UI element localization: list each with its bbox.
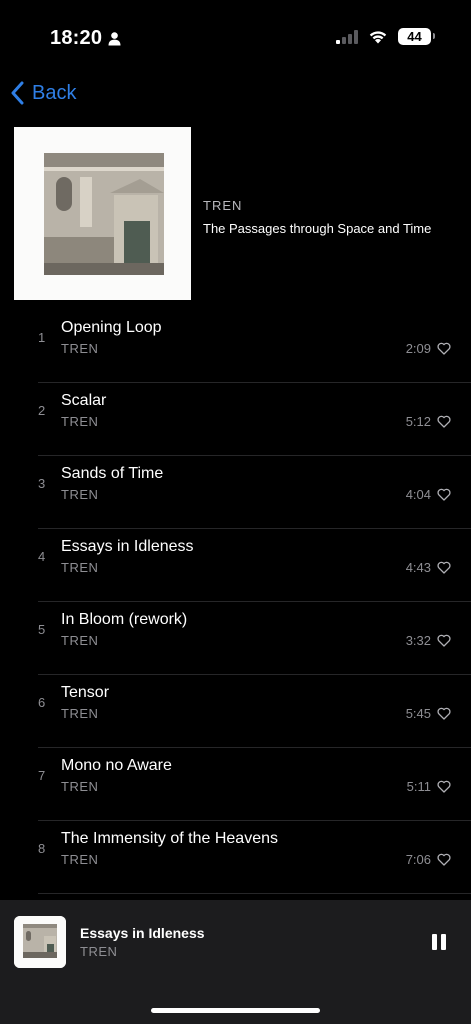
track-number: 8 <box>38 841 46 856</box>
album-artist[interactable]: TREN <box>203 198 431 213</box>
mini-player-artwork[interactable] <box>14 916 66 968</box>
track-row[interactable]: 5 In Bloom (rework) TREN 3:32 <box>0 602 471 675</box>
heart-icon[interactable] <box>437 415 451 428</box>
back-button[interactable]: Back <box>10 78 76 108</box>
track-artist: TREN <box>61 341 99 356</box>
battery-level: 44 <box>407 29 422 44</box>
track-row[interactable]: 6 Tensor TREN 5:45 <box>0 675 471 748</box>
mini-player[interactable]: Essays in Idleness TREN <box>0 900 471 1024</box>
track-row[interactable]: 8 The Immensity of the Heavens TREN 7:06 <box>0 821 471 894</box>
track-duration: 4:04 <box>405 487 431 502</box>
track-artist: TREN <box>61 487 99 502</box>
track-title: Tensor <box>61 684 110 701</box>
track-title: In Bloom (rework) <box>61 611 188 628</box>
track-number: 4 <box>38 549 46 564</box>
track-number: 7 <box>38 768 46 783</box>
battery-icon: 44 <box>398 28 435 45</box>
back-label: Back <box>32 81 77 104</box>
heart-icon[interactable] <box>437 342 451 355</box>
pause-button[interactable] <box>429 930 449 954</box>
status-time-text: 18:20 <box>50 27 103 49</box>
track-duration: 5:11 <box>406 779 431 794</box>
track-duration: 4:43 <box>405 560 431 575</box>
now-playing-title: Essays in Idleness <box>80 925 205 941</box>
heart-icon[interactable] <box>437 561 451 574</box>
person-icon <box>108 31 121 45</box>
track-duration: 5:12 <box>405 414 431 429</box>
signal-icon <box>336 29 358 44</box>
track-row[interactable]: 7 Mono no Aware TREN 5:11 <box>0 748 471 821</box>
heart-icon[interactable] <box>437 853 451 866</box>
heart-icon[interactable] <box>437 707 451 720</box>
track-artist: TREN <box>61 706 99 721</box>
track-duration: 3:32 <box>405 633 431 648</box>
track-row[interactable]: 3 Sands of Time TREN 4:04 <box>0 456 471 529</box>
heart-icon[interactable] <box>437 488 451 501</box>
chevron-left-icon <box>11 81 24 105</box>
track-artist: TREN <box>61 560 99 575</box>
track-title: Scalar <box>61 392 107 409</box>
pause-icon-bar <box>441 934 446 950</box>
track-list: 1 Opening Loop TREN 2:09 2 Scalar TREN 5… <box>0 310 471 894</box>
track-number: 5 <box>38 622 46 637</box>
track-title: Essays in Idleness <box>61 538 194 555</box>
now-playing-artist: TREN <box>80 944 118 959</box>
track-number: 6 <box>38 695 46 710</box>
album-info: TREN The Passages through Space and Time <box>203 198 431 236</box>
track-title: The Immensity of the Heavens <box>61 830 278 847</box>
album-artwork <box>14 127 191 300</box>
track-number: 1 <box>38 330 46 345</box>
pause-icon <box>432 934 437 950</box>
heart-icon[interactable] <box>437 780 451 793</box>
track-number: 3 <box>38 476 46 491</box>
track-row[interactable]: 2 Scalar TREN 5:12 <box>0 383 471 456</box>
track-number: 2 <box>38 403 46 418</box>
track-artist: TREN <box>61 414 99 429</box>
track-artist: TREN <box>61 779 99 794</box>
track-artist: TREN <box>61 852 99 867</box>
wifi-icon <box>369 31 387 44</box>
track-title: Opening Loop <box>61 319 162 336</box>
heart-icon[interactable] <box>437 634 451 647</box>
track-title: Sands of Time <box>61 465 164 482</box>
track-duration: 2:09 <box>405 341 431 356</box>
track-row[interactable]: 4 Essays in Idleness TREN 4:43 <box>0 529 471 602</box>
track-row[interactable]: 1 Opening Loop TREN 2:09 <box>0 310 471 383</box>
track-artist: TREN <box>61 633 99 648</box>
home-indicator[interactable] <box>151 1008 320 1013</box>
track-duration: 7:06 <box>405 852 431 867</box>
status-bar: 18:20 44 <box>0 0 471 76</box>
track-duration: 5:45 <box>405 706 431 721</box>
album-title: The Passages through Space and Time <box>203 221 432 236</box>
track-title: Mono no Aware <box>61 757 172 774</box>
status-time: 18:20 <box>50 27 121 50</box>
status-indicators: 44 <box>336 28 435 45</box>
